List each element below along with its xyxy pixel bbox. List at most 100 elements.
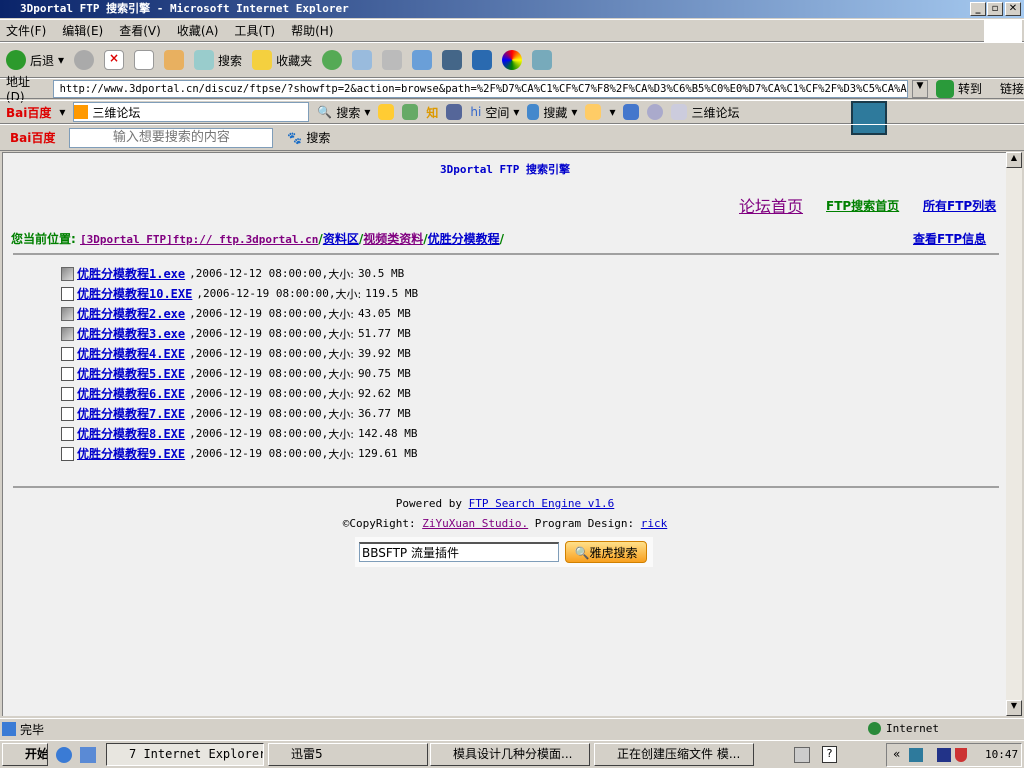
restore-button[interactable]: ▫	[987, 2, 1003, 16]
shield-tray-icon[interactable]	[955, 748, 967, 762]
file-link[interactable]: 优胜分模教程2.exe	[77, 305, 185, 322]
title-bar: 3Dportal FTP 搜索引擎 - Microsoft Internet E…	[0, 0, 1024, 18]
file-icon	[61, 426, 74, 441]
task-thunder[interactable]: 迅雷5	[268, 743, 428, 766]
breadcrumb-root[interactable]: [3Dportal FTP]ftp:// ftp.3dportal.cn	[80, 233, 318, 246]
minimize-button[interactable]: _	[970, 2, 986, 16]
yahoo-search-button[interactable]: 🔍雅虎搜索	[565, 541, 647, 563]
menu-tools[interactable]: 工具(T)	[234, 22, 275, 39]
collect-button[interactable]: 搜藏 ▾	[527, 104, 577, 121]
settings-icon[interactable]	[647, 104, 664, 120]
thunder-icon[interactable]	[442, 50, 463, 70]
file-link[interactable]: 优胜分模教程8.EXE	[77, 425, 185, 442]
ftp-home-link[interactable]: FTP搜索首页	[826, 197, 899, 214]
file-date: 2006-12-19 08:00:00	[202, 287, 329, 300]
menu-file[interactable]: 文件(F)	[6, 22, 46, 39]
stop-icon[interactable]: ×	[104, 50, 125, 70]
forward-icon[interactable]	[74, 50, 95, 70]
baidu-search-input[interactable]	[69, 127, 274, 148]
search-button[interactable]: 搜索	[194, 50, 242, 70]
file-row: 优胜分模教程5.EXE , 2006-12-19 08:00:00 , 大小: 9…	[61, 365, 411, 382]
baidu-combo[interactable]: 三维论坛	[73, 102, 310, 122]
links-button[interactable]: 链接	[1000, 80, 1024, 97]
space-button[interactable]: hi 空间 ▾	[470, 104, 519, 121]
engine-link[interactable]: FTP Search Engine v1.6	[469, 497, 615, 510]
edit-icon[interactable]	[412, 50, 433, 70]
breadcrumb-p2[interactable]: 视频类资料	[363, 232, 423, 246]
page-icon	[2, 722, 16, 736]
vertical-scrollbar[interactable]: ▲ ▼	[1006, 152, 1022, 716]
file-row: 优胜分模教程7.EXE , 2006-12-19 08:00:00 , 大小: 3…	[61, 405, 411, 422]
go-button[interactable]: 转到	[936, 79, 982, 98]
popup-block-icon[interactable]	[585, 104, 602, 120]
ime-tray-icon[interactable]	[937, 748, 951, 762]
breadcrumb-p1[interactable]: 资料区	[323, 232, 359, 246]
magnifier-icon: 🔍	[574, 545, 590, 560]
zhidao-icon[interactable]: 知	[426, 104, 438, 121]
address-dropdown[interactable]: ▼	[912, 79, 928, 98]
file-link[interactable]: 优胜分模教程5.EXE	[77, 365, 185, 382]
task-winrar[interactable]: 正在创建压缩文件 模...	[594, 743, 754, 766]
file-link[interactable]: 优胜分模教程10.EXE	[77, 285, 192, 302]
author-link[interactable]: rick	[641, 517, 668, 530]
file-link[interactable]: 优胜分模教程4.EXE	[77, 345, 185, 362]
thunder-tray-icon[interactable]	[909, 748, 923, 762]
menu-edit[interactable]: 编辑(E)	[62, 22, 103, 39]
powered-by: Powered by FTP Search Engine v1.6	[395, 497, 615, 510]
menu-view[interactable]: 查看(V)	[119, 22, 161, 39]
all-ftp-link[interactable]: 所有FTP列表	[923, 197, 996, 214]
menu-favorites[interactable]: 收藏(A)	[177, 22, 219, 39]
favorites-button[interactable]: 收藏夹	[252, 50, 312, 70]
tray-expand-icon[interactable]: «	[893, 747, 900, 761]
close-button[interactable]: ✕	[1005, 2, 1021, 16]
file-link[interactable]: 优胜分模教程1.exe	[77, 265, 185, 282]
help-icon[interactable]: ?	[822, 746, 837, 763]
start-button[interactable]: 开始	[2, 743, 48, 766]
task-ie[interactable]: 7 Internet Explorer ▾	[106, 743, 264, 766]
file-date: 2006-12-19 08:00:00	[195, 327, 322, 340]
forum-home-link[interactable]: 论坛首页	[739, 193, 803, 217]
file-link[interactable]: 优胜分模教程9.EXE	[77, 445, 185, 462]
forum-button[interactable]: 三维论坛	[671, 104, 740, 121]
mail-icon[interactable]	[352, 50, 373, 70]
home-icon[interactable]	[164, 50, 185, 70]
breadcrumb-p3[interactable]: 优胜分模教程	[428, 232, 500, 246]
file-date: 2006-12-19 08:00:00	[195, 387, 322, 400]
ftp-info-link[interactable]: 查看FTP信息	[913, 230, 986, 247]
file-link[interactable]: 优胜分模教程3.exe	[77, 325, 185, 342]
video-icon[interactable]	[446, 104, 463, 120]
baidu-search-bar: Bai百度 🐾搜索	[0, 124, 1024, 151]
balloon-icon[interactable]	[502, 50, 523, 70]
messenger-icon[interactable]	[532, 50, 553, 70]
baidu-search-button[interactable]: 🔍 搜索 ▾	[317, 104, 370, 121]
address-input[interactable]: http://www.3dportal.cn/discuz/ftpse/?sho…	[52, 79, 909, 98]
menu-help[interactable]: 帮助(H)	[291, 22, 333, 39]
yahoo-search-input[interactable]	[359, 542, 559, 562]
baidu-search-button[interactable]: 🐾 搜索	[287, 129, 330, 146]
task-folder[interactable]: 模具设计几种分模面...	[430, 743, 590, 766]
music-icon[interactable]	[378, 104, 395, 120]
p-icon[interactable]	[472, 50, 493, 70]
page-title: 3Dportal FTP 搜索引擎	[439, 163, 571, 176]
desktop-quicklaunch-icon[interactable]	[80, 747, 96, 763]
pen-icon[interactable]	[623, 104, 640, 120]
go-arrow-icon	[936, 79, 954, 98]
baidu-logo[interactable]: Bai百度	[6, 104, 51, 121]
scroll-up-button[interactable]: ▲	[1006, 152, 1022, 168]
history-icon[interactable]	[322, 50, 343, 70]
studio-link[interactable]: ZiYuXuan Studio.	[422, 517, 528, 530]
keyboard-icon[interactable]	[794, 747, 810, 763]
refresh-icon[interactable]	[134, 50, 155, 70]
page-content: 3Dportal FTP 搜索引擎 论坛首页 FTP搜索首页 所有FTP列表 您…	[2, 152, 1006, 716]
scroll-down-button[interactable]: ▼	[1006, 700, 1022, 716]
file-icon	[61, 286, 74, 301]
file-row: 优胜分模教程3.exe , 2006-12-19 08:00:00 , 大小: 5…	[61, 325, 411, 342]
baidu-logo[interactable]: Bai百度	[10, 129, 55, 146]
file-link[interactable]: 优胜分模教程7.EXE	[77, 405, 185, 422]
image-icon[interactable]	[402, 104, 419, 120]
ie-quicklaunch-icon[interactable]	[56, 747, 72, 763]
file-link[interactable]: 优胜分模教程6.EXE	[77, 385, 185, 402]
back-button[interactable]: 后退 ▾	[6, 50, 64, 70]
print-icon[interactable]	[382, 50, 403, 70]
bookmark-icon	[527, 104, 540, 120]
